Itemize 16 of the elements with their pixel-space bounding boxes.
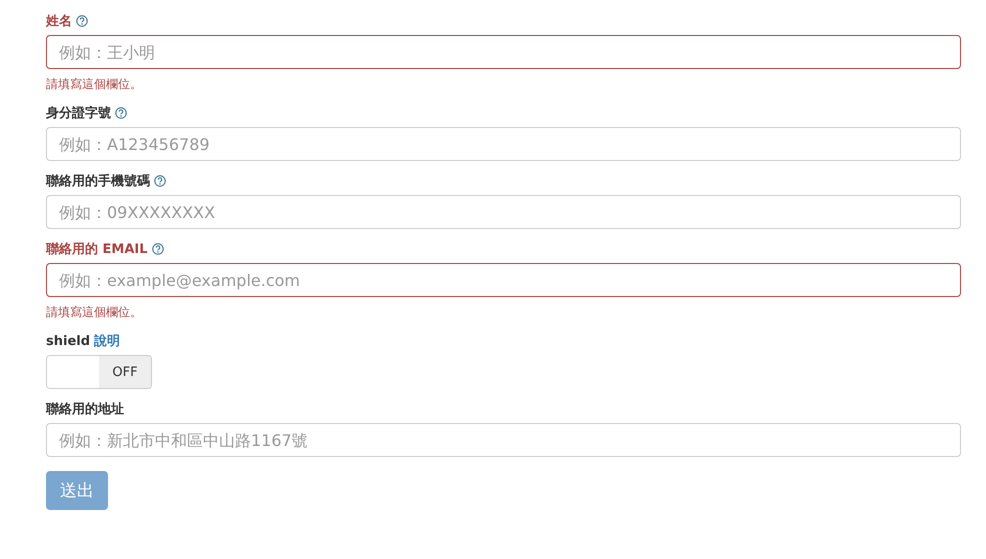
field-label: 聯絡用的 EMAIL [46,241,148,258]
help-icon[interactable] [115,107,127,119]
help-link[interactable]: 說明 [94,332,120,350]
field-label: 聯絡用的手機號碼 [46,172,150,190]
input-field[interactable]: 例如：王小明 [46,35,961,69]
error-message: 請填寫這個欄位。 [46,304,143,321]
help-icon[interactable] [154,175,166,187]
toggle-switch[interactable]: OFF [46,355,152,389]
input-field[interactable]: 例如：example@example.com [46,263,961,297]
field-label: shield [46,334,90,348]
help-icon[interactable] [76,15,88,27]
error-message: 請填寫這個欄位。 [46,76,143,93]
field-label: 身分證字號 [46,104,111,122]
help-icon[interactable] [152,243,164,255]
field-label: 姓名 [46,13,72,30]
field-label: 聯絡用的地址 [46,401,124,418]
